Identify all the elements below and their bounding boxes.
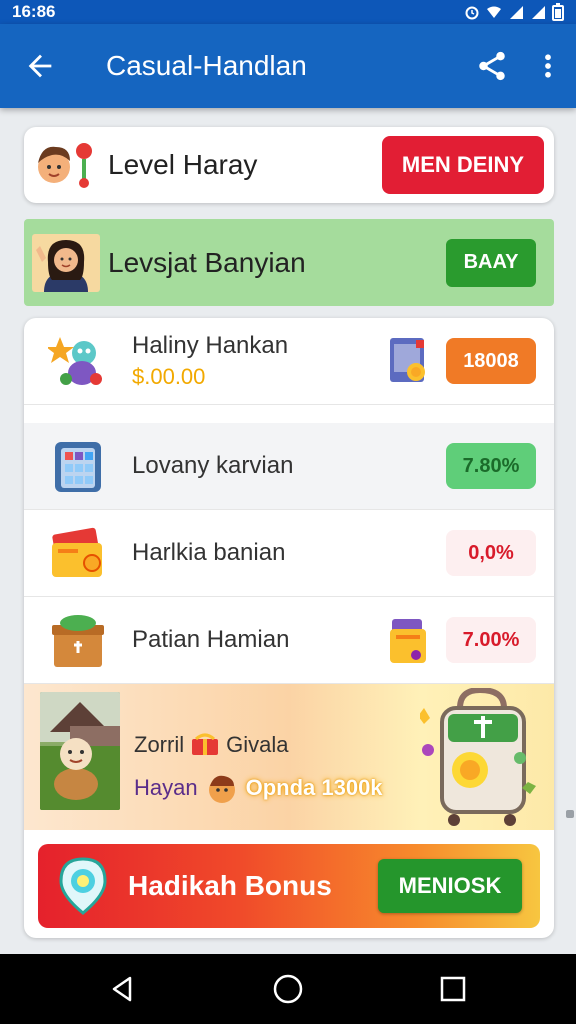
list-card: Haliny Hankan $.00.00 18008 Lovany karvi… bbox=[24, 318, 554, 938]
list-item-badge: 0,0% bbox=[446, 530, 536, 576]
list-item-badge: 7.80% bbox=[446, 443, 536, 489]
status-icons bbox=[464, 3, 564, 21]
alarm-icon bbox=[465, 6, 479, 20]
circle-home-icon bbox=[273, 974, 303, 1004]
share-button[interactable] bbox=[464, 24, 520, 108]
promo-photo bbox=[40, 692, 120, 810]
bonus-banner[interactable]: Hadikah Bonus MENIOSK bbox=[38, 844, 540, 928]
signal-icon bbox=[510, 6, 523, 19]
list-item-badge: 18008 bbox=[446, 338, 536, 384]
green-card-button[interactable]: BAAY bbox=[446, 238, 536, 287]
nav-home-button[interactable] bbox=[248, 954, 328, 1024]
green-card-title: Levsjat Banyian bbox=[108, 246, 306, 278]
more-options-button[interactable] bbox=[520, 24, 576, 108]
promo-text-a: Zorril bbox=[134, 732, 185, 757]
gift-icon bbox=[192, 733, 219, 755]
wallet-icon bbox=[24, 525, 132, 581]
toy-icon bbox=[24, 331, 132, 391]
level-card-title: Level Haray bbox=[108, 149, 258, 180]
character-avatar-icon bbox=[38, 143, 92, 188]
promo-text-b: Givala bbox=[226, 732, 289, 757]
avatar bbox=[24, 232, 108, 294]
gift-box-icon bbox=[24, 611, 132, 669]
shopping-bag-icon bbox=[370, 615, 446, 665]
list-item-amount: $.00.00 bbox=[132, 364, 206, 389]
list-item-label: Haliny Hankan bbox=[132, 332, 289, 359]
arrow-left-icon bbox=[28, 54, 52, 78]
green-card: Levsjat Banyian BAAY bbox=[24, 219, 554, 306]
promo-text-d: Opnda 1300k bbox=[245, 775, 383, 800]
bonus-button[interactable]: MENIOSK bbox=[378, 859, 522, 913]
character-icon bbox=[208, 775, 235, 803]
promo-line1: Zorril Givala bbox=[134, 732, 288, 758]
square-recents-icon bbox=[441, 976, 466, 1002]
avatar bbox=[24, 139, 108, 191]
wifi-icon bbox=[487, 6, 501, 18]
location-pin-icon bbox=[38, 857, 128, 915]
bonus-title: Hadikah Bonus bbox=[128, 870, 332, 901]
list-item[interactable]: Harlkia banian 0,0% bbox=[24, 510, 554, 597]
notebook-icon bbox=[370, 334, 446, 388]
luggage-reward-icon bbox=[420, 688, 536, 826]
calculator-icon bbox=[24, 438, 132, 494]
nav-recents-button[interactable] bbox=[413, 954, 493, 1024]
list-item-label: Harlkia banian bbox=[132, 539, 286, 566]
promo-banner[interactable]: Zorril Givala Hayan Opnda 1300k bbox=[24, 684, 554, 830]
nav-back-button[interactable] bbox=[83, 954, 163, 1024]
list-item-label: Patian Hamian bbox=[132, 626, 290, 653]
level-card: Level Haray MEN DEINY bbox=[24, 127, 554, 203]
triangle-back-icon bbox=[112, 976, 131, 1002]
list-item[interactable]: Haliny Hankan $.00.00 18008 bbox=[24, 318, 554, 405]
share-icon bbox=[479, 51, 505, 81]
list-item[interactable]: Patian Hamian 7.00% bbox=[24, 597, 554, 684]
app-bar: Casual-Handlan bbox=[0, 24, 576, 108]
app-title: Casual-Handlan bbox=[106, 50, 307, 81]
promo-text-c: Hayan bbox=[134, 775, 198, 800]
system-nav-bar bbox=[0, 954, 576, 1024]
scrollbar-thumb[interactable] bbox=[566, 810, 574, 818]
list-item-label: Lovany karvian bbox=[132, 452, 294, 479]
promo-line2: Hayan Opnda 1300k bbox=[134, 772, 383, 804]
character-avatar-icon bbox=[32, 233, 100, 292]
more-vert-icon bbox=[545, 54, 551, 78]
status-time: 16:86 bbox=[12, 2, 56, 21]
level-card-button[interactable]: MEN DEINY bbox=[382, 136, 544, 194]
back-button[interactable] bbox=[0, 24, 80, 108]
status-bar: 16:86 bbox=[0, 0, 576, 24]
battery-icon bbox=[552, 3, 564, 21]
list-item[interactable]: Lovany karvian 7.80% bbox=[24, 423, 554, 510]
signal-icon bbox=[532, 6, 545, 19]
list-item-badge: 7.00% bbox=[446, 617, 536, 663]
